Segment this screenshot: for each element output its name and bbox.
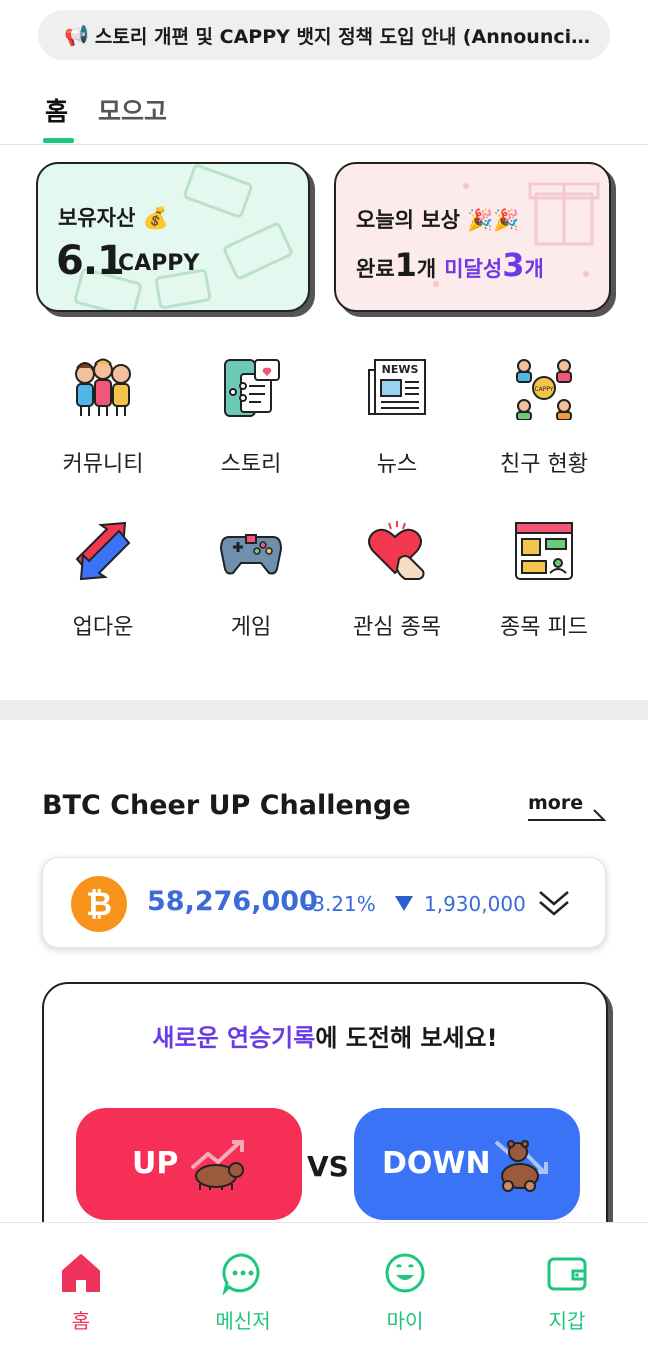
btc-change-amount: 1,930,000	[424, 892, 526, 916]
nav-my[interactable]: 마이	[355, 1251, 455, 1334]
gift-decoration	[433, 182, 600, 287]
home-icon	[62, 1254, 100, 1292]
menu-label: 친구 현황	[500, 452, 588, 477]
smile-icon	[385, 1253, 425, 1293]
btc-price-ticker[interactable]: ₿ 58,276,000 -3.21% 1,930,000	[42, 857, 606, 948]
menu-label: 스토리	[220, 452, 282, 477]
btc-change-percent: -3.21%	[305, 892, 376, 916]
money-bag-icon: 💰	[142, 206, 169, 230]
reward-title: 오늘의 보상 🎉🎉	[356, 208, 520, 232]
menu-label: 종목 피드	[500, 615, 588, 640]
svg-text:NEWS: NEWS	[382, 363, 419, 376]
menu-news[interactable]: NEWS 뉴스	[327, 356, 467, 478]
friends-icon: CAPPY	[516, 359, 572, 421]
challenge-title: BTC Cheer UP Challenge	[42, 790, 411, 821]
menu-story[interactable]: 스토리	[181, 356, 321, 478]
asset-value: 6.1	[56, 238, 125, 284]
chat-icon	[222, 1253, 260, 1296]
asset-unit: CAPPY	[118, 251, 200, 276]
top-tabs: 홈 모으고	[0, 78, 648, 145]
btc-price: 58,276,000	[147, 886, 318, 917]
reward-card[interactable]: 오늘의 보상 🎉🎉 완료 1 개 미달성 3 개	[334, 162, 611, 312]
nav-label: 메신저	[215, 1309, 271, 1333]
heart-icon	[368, 521, 425, 580]
bear-icon	[494, 1140, 548, 1192]
menu-friends-status[interactable]: CAPPY 친구 현황	[474, 356, 614, 478]
bull-icon	[190, 1140, 244, 1190]
chevron-down-icon[interactable]	[538, 888, 570, 918]
active-tab-indicator	[43, 138, 74, 143]
menu-community[interactable]: 커뮤니티	[33, 356, 173, 478]
story-icon	[224, 359, 280, 417]
reward-progress: 완료 1 개 미달성 3 개	[356, 246, 544, 284]
arrow-right-icon	[528, 809, 607, 821]
menu-watchlist[interactable]: 관심 종목	[327, 519, 467, 641]
wallet-icon	[547, 1257, 587, 1291]
up-button[interactable]: UP	[76, 1108, 302, 1220]
nav-messenger[interactable]: 메신저	[193, 1251, 293, 1334]
up-label: UP	[132, 1146, 179, 1181]
battle-prompt: 새로운 연승기록에 도전해 보세요!	[152, 1024, 498, 1052]
tab-home[interactable]: 홈	[45, 92, 68, 128]
game-icon	[219, 534, 283, 575]
menu-label: 커뮤니티	[62, 452, 144, 477]
nav-label: 마이	[386, 1309, 424, 1333]
section-divider	[0, 700, 648, 720]
menu-updown[interactable]: 업다운	[33, 519, 173, 641]
bottom-navigation: 홈 메신저 마이 지갑	[0, 1222, 648, 1351]
down-label: DOWN	[382, 1146, 491, 1181]
megaphone-icon: 📢	[64, 23, 89, 47]
down-triangle-icon	[395, 896, 413, 911]
menu-stock-feed[interactable]: 종목 피드	[474, 519, 614, 641]
tab-collect[interactable]: 모으고	[98, 92, 167, 128]
nav-label: 홈	[71, 1309, 91, 1333]
done-count: 1	[394, 246, 417, 284]
updown-icon	[75, 521, 131, 581]
down-button[interactable]: DOWN	[354, 1108, 580, 1220]
pending-label: 미달성	[444, 257, 503, 281]
party-popper-icon: 🎉🎉	[467, 208, 520, 232]
nav-home[interactable]: 홈	[31, 1251, 131, 1334]
menu-game[interactable]: 게임	[181, 519, 321, 641]
svg-text:CAPPY: CAPPY	[534, 386, 553, 393]
menu-label: 게임	[230, 615, 272, 640]
announcement-text: 스토리 개편 및 CAPPY 뱃지 정책 도입 안내 (Announcing…	[94, 25, 592, 48]
pending-unit: 개	[524, 257, 544, 281]
asset-card[interactable]: 보유자산 💰 6.1 CAPPY	[36, 162, 310, 312]
menu-label: 관심 종목	[353, 615, 441, 640]
done-unit: 개	[416, 257, 437, 281]
vs-label: VS	[307, 1150, 349, 1183]
community-icon	[75, 358, 131, 416]
nav-label: 지갑	[548, 1309, 586, 1333]
asset-label: 보유자산 💰	[58, 206, 169, 230]
feed-icon	[515, 522, 573, 580]
menu-label: 업다운	[72, 615, 134, 640]
announcement-banner[interactable]: 📢 스토리 개편 및 CAPPY 뱃지 정책 도입 안내 (Announcing…	[38, 10, 610, 60]
bitcoin-icon: ₿	[71, 876, 127, 932]
nav-wallet[interactable]: 지갑	[517, 1251, 617, 1334]
news-icon: NEWS	[368, 359, 426, 415]
pending-count: 3	[502, 246, 525, 284]
done-label: 완료	[356, 257, 395, 281]
menu-label: 뉴스	[376, 452, 418, 477]
